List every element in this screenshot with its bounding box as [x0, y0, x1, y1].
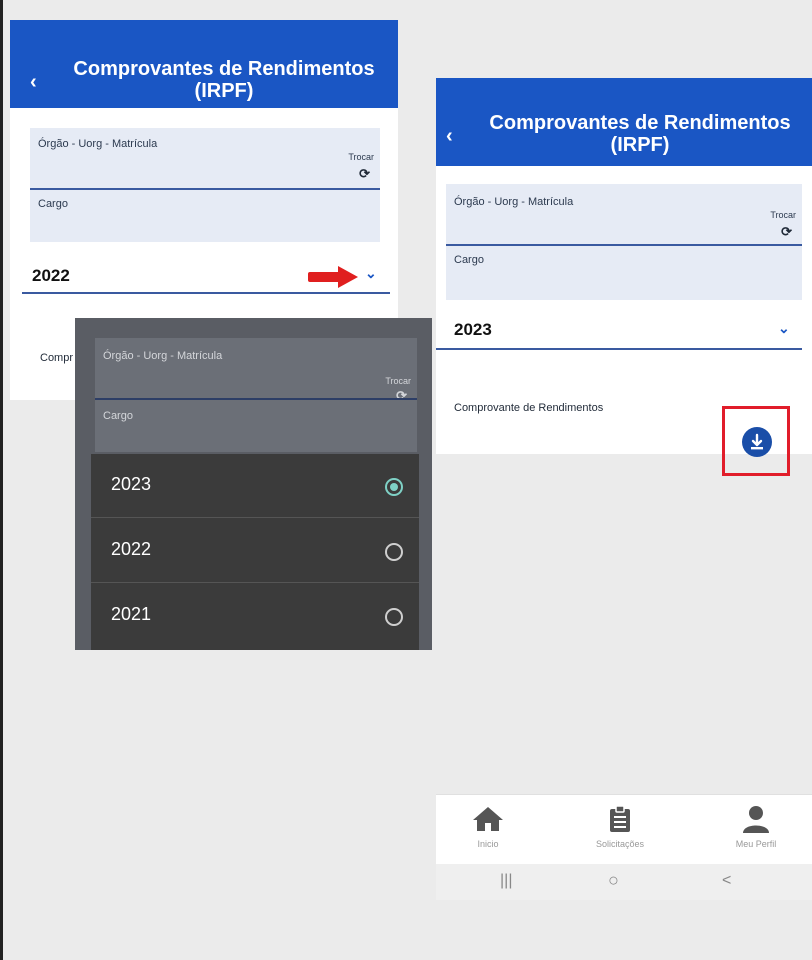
org-field-label: Órgão - Uorg - Matrícula — [454, 196, 574, 208]
bottom-navigation: Inicio Solicitações Meu Perfil — [436, 794, 812, 864]
red-arrow-indicator — [308, 266, 358, 288]
cargo-field: Cargo — [30, 190, 380, 242]
nav-inicio[interactable]: Inicio — [438, 805, 538, 849]
org-uorg-matricula-field[interactable]: Órgão - Uorg - Matrícula Trocar ⟳ — [30, 128, 380, 190]
cargo-field-label: Cargo — [454, 254, 484, 266]
year-option-label: 2021 — [111, 604, 152, 624]
chevron-down-icon[interactable]: ⌄ — [778, 320, 790, 337]
org-uorg-matricula-field[interactable]: Órgão - Uorg - Matrícula Trocar ⟳ — [446, 184, 802, 246]
app-header: ‹ Comprovantes de Rendimentos (IRPF) — [10, 20, 398, 108]
year-dropdown-overlay: Órgão - Uorg - Matrícula Trocar ⟳ Cargo … — [75, 318, 432, 650]
overlay-cargo-field: Cargo — [95, 400, 417, 452]
overlay-org-label: Órgão - Uorg - Matrícula — [103, 350, 223, 362]
comprovante-row: Comprovante de Rendimentos — [436, 358, 812, 476]
nav-meu-perfil[interactable]: Meu Perfil — [706, 805, 806, 849]
year-options-list: 2023 2022 2021 — [91, 454, 419, 650]
page-title: Comprovantes de Rendimentos (IRPF) — [489, 112, 791, 156]
download-highlight-box — [722, 406, 790, 476]
chevron-down-icon[interactable]: ⌄ — [365, 265, 377, 282]
year-select-value[interactable]: 2022 — [32, 266, 70, 286]
download-button[interactable] — [742, 427, 772, 457]
cargo-field-label: Cargo — [38, 198, 68, 210]
right-screen: ‹ Comprovantes de Rendimentos (IRPF) Órg… — [436, 78, 812, 900]
clipboard-icon — [610, 805, 630, 832]
user-icon — [743, 806, 769, 833]
year-option[interactable]: 2023 — [91, 454, 419, 518]
page-title: Comprovantes de Rendimentos (IRPF) — [73, 58, 375, 102]
system-home-icon[interactable]: ○ — [608, 870, 619, 891]
overlay-org-field: Órgão - Uorg - Matrícula Trocar ⟳ — [95, 338, 417, 403]
nav-solicitacoes[interactable]: Solicitações — [570, 805, 670, 849]
comprovante-row-label: Comprovante de Rendimentos — [454, 402, 604, 414]
overlay-cargo-label: Cargo — [103, 410, 133, 422]
year-select-value[interactable]: 2023 — [454, 320, 492, 340]
year-option-label: 2022 — [111, 539, 152, 559]
cargo-field: Cargo — [446, 246, 802, 300]
nav-meu-perfil-label: Meu Perfil — [735, 839, 777, 849]
overlay-trocar-label: Trocar — [385, 376, 411, 386]
app-header: ‹ Comprovantes de Rendimentos (IRPF) — [436, 78, 812, 166]
radio-selected-icon[interactable] — [385, 478, 403, 496]
year-option[interactable]: 2022 — [91, 519, 419, 583]
refresh-icon[interactable]: ⟳ — [359, 166, 370, 182]
system-navigation-bar: ||| ○ < — [436, 864, 812, 900]
comprovante-row-label: Compr — [40, 352, 74, 364]
frame-border — [0, 0, 3, 960]
trocar-label[interactable]: Trocar — [348, 152, 374, 162]
home-icon — [473, 807, 503, 831]
radio-unselected-icon[interactable] — [385, 608, 403, 626]
year-select-underline — [436, 348, 802, 350]
nav-inicio-label: Inicio — [477, 839, 499, 849]
year-option-label: 2023 — [111, 474, 152, 494]
system-back-icon[interactable]: < — [722, 872, 731, 890]
refresh-icon[interactable]: ⟳ — [781, 224, 792, 240]
recent-apps-icon[interactable]: ||| — [500, 872, 512, 890]
radio-unselected-icon[interactable] — [385, 543, 403, 561]
nav-solicitacoes-label: Solicitações — [595, 839, 645, 849]
year-option[interactable]: 2021 — [91, 584, 419, 648]
org-field-label: Órgão - Uorg - Matrícula — [38, 138, 158, 150]
back-arrow-icon[interactable]: ‹ — [30, 72, 37, 92]
trocar-label[interactable]: Trocar — [770, 210, 796, 220]
back-arrow-icon[interactable]: ‹ — [446, 126, 453, 146]
year-select-underline — [22, 292, 390, 294]
download-icon — [751, 433, 763, 450]
